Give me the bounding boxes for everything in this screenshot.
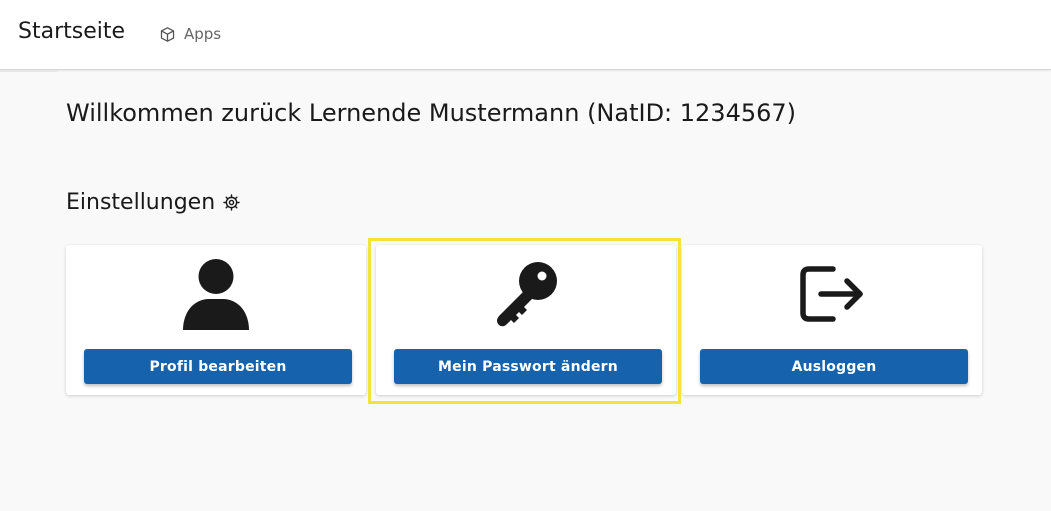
logout-card: Ausloggen bbox=[682, 245, 982, 395]
gear-icon bbox=[223, 194, 240, 211]
brand-home-link[interactable]: Startseite bbox=[18, 19, 125, 44]
apps-label: Apps bbox=[184, 25, 222, 43]
password-card-icon-wrap bbox=[376, 257, 676, 331]
settings-heading-label: Einstellungen bbox=[66, 190, 216, 215]
logout-button[interactable]: Ausloggen bbox=[700, 349, 968, 384]
user-icon bbox=[183, 259, 249, 330]
top-navbar: Startseite Apps bbox=[0, 0, 1051, 70]
divider bbox=[0, 70, 58, 72]
profile-card-icon-wrap bbox=[66, 257, 366, 331]
logout-card-icon-wrap bbox=[682, 257, 982, 331]
edit-profile-button[interactable]: Profil bearbeiten bbox=[84, 349, 352, 384]
apps-link[interactable]: Apps bbox=[159, 24, 221, 44]
profile-card: Profil bearbeiten bbox=[66, 245, 366, 395]
logout-icon bbox=[800, 266, 863, 322]
key-icon bbox=[497, 262, 557, 327]
cube-icon bbox=[160, 26, 175, 42]
welcome-heading: Willkommen zurück Lernende Mustermann (N… bbox=[66, 99, 797, 127]
password-card: Mein Passwort ändern bbox=[376, 245, 676, 395]
settings-heading: Einstellungen bbox=[66, 190, 241, 215]
change-password-button[interactable]: Mein Passwort ändern bbox=[394, 349, 662, 384]
